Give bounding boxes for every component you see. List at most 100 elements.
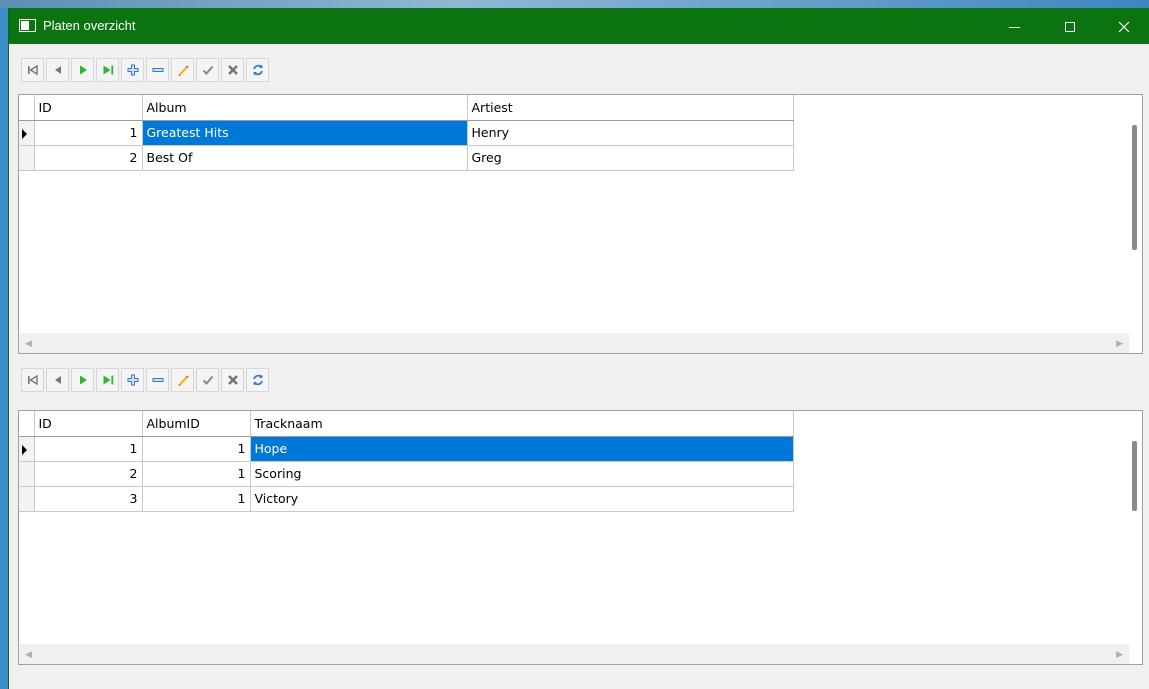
prior-record-icon: [55, 66, 61, 74]
column-header-albumid[interactable]: AlbumID: [142, 411, 251, 437]
table-header-row: ID Album Artiest: [19, 95, 794, 121]
last-record-button[interactable]: [96, 58, 119, 82]
cell-id[interactable]: 3: [34, 486, 143, 512]
cancel-record-button[interactable]: [221, 58, 244, 82]
cell-artiest[interactable]: Henry: [467, 120, 794, 146]
prior-record-button[interactable]: [46, 58, 69, 82]
cancel-record-icon: [228, 65, 238, 75]
maximize-icon: [1065, 22, 1075, 33]
cell-album[interactable]: Greatest Hits: [142, 120, 468, 146]
refresh-button[interactable]: [246, 58, 269, 82]
prior-record-button[interactable]: [46, 368, 69, 392]
table-row[interactable]: 1 Greatest Hits Henry: [19, 120, 794, 146]
refresh-button[interactable]: [246, 368, 269, 392]
cell-artiest[interactable]: Greg: [467, 145, 794, 171]
cell-albumid[interactable]: 1: [142, 436, 251, 462]
scroll-left-icon[interactable]: ◀: [25, 338, 32, 349]
last-record-button[interactable]: [96, 368, 119, 392]
refresh-icon: [253, 64, 263, 76]
cell-id[interactable]: 2: [34, 461, 143, 487]
insert-record-button[interactable]: [121, 58, 144, 82]
cell-id[interactable]: 2: [34, 145, 143, 171]
cell-id[interactable]: 1: [34, 120, 143, 146]
first-record-button[interactable]: [21, 368, 44, 392]
table-row[interactable]: 2 Best Of Greg: [19, 145, 794, 171]
post-record-icon: [202, 65, 214, 75]
insert-record-icon: [127, 374, 139, 386]
edit-record-icon: [178, 65, 189, 76]
row-indicator-header: [19, 95, 35, 121]
next-record-icon: [80, 375, 87, 385]
column-header-tracknaam[interactable]: Tracknaam: [250, 411, 794, 437]
first-record-icon: [28, 64, 38, 76]
cell-tracknaam[interactable]: Victory: [250, 486, 794, 512]
column-header-album[interactable]: Album: [142, 95, 468, 121]
minimize-button[interactable]: [987, 8, 1041, 44]
albums-table: ID Album Artiest 1 Greatest Hits Henry 2…: [19, 95, 794, 171]
scroll-right-icon[interactable]: ▶: [1116, 649, 1123, 660]
scroll-right-icon[interactable]: ▶: [1116, 338, 1123, 349]
insert-record-button[interactable]: [121, 368, 144, 392]
cell-album[interactable]: Best Of: [142, 145, 468, 171]
cell-albumid[interactable]: 1: [142, 461, 251, 487]
next-record-button[interactable]: [71, 368, 94, 392]
row-indicator[interactable]: [19, 145, 35, 171]
cell-id[interactable]: 1: [34, 436, 143, 462]
delete-record-icon: [152, 68, 164, 72]
current-row-icon: [22, 128, 27, 139]
delete-record-icon: [152, 378, 164, 382]
scrollbar-thumb[interactable]: [1132, 441, 1137, 511]
post-record-button[interactable]: [196, 58, 219, 82]
next-record-button[interactable]: [71, 58, 94, 82]
maximize-button[interactable]: [1043, 8, 1097, 44]
cell-tracknaam[interactable]: Scoring: [250, 461, 794, 487]
post-record-icon: [202, 375, 214, 385]
current-row-icon: [22, 444, 27, 455]
row-indicator[interactable]: [19, 120, 35, 146]
table-header-row: ID AlbumID Tracknaam: [19, 411, 794, 437]
title-bar[interactable]: Platen overzicht: [9, 8, 1149, 44]
tracks-table: ID AlbumID Tracknaam 1 1 Hope 2 1 Scorin…: [19, 411, 794, 512]
post-record-button[interactable]: [196, 368, 219, 392]
close-button[interactable]: [1097, 8, 1149, 44]
edit-record-icon: [178, 375, 189, 386]
cell-albumid[interactable]: 1: [142, 486, 251, 512]
cell-tracknaam[interactable]: Hope: [250, 436, 794, 462]
edit-record-button[interactable]: [171, 368, 194, 392]
close-icon: [1118, 21, 1130, 33]
scrollbar-thumb[interactable]: [1132, 125, 1137, 250]
albums-grid[interactable]: ID Album Artiest 1 Greatest Hits Henry 2…: [18, 94, 1143, 354]
cancel-record-button[interactable]: [221, 368, 244, 392]
row-indicator[interactable]: [19, 436, 35, 462]
vertical-scrollbar[interactable]: [1127, 95, 1142, 333]
window-title: Platen overzicht: [43, 18, 136, 33]
table-row[interactable]: 2 1 Scoring: [19, 461, 794, 487]
table-row[interactable]: 3 1 Victory: [19, 486, 794, 512]
horizontal-scrollbar[interactable]: ◀ ▶: [19, 644, 1129, 664]
next-record-icon: [80, 65, 87, 75]
column-header-id[interactable]: ID: [34, 411, 143, 437]
scroll-left-icon[interactable]: ◀: [25, 649, 32, 660]
cancel-record-icon: [228, 375, 238, 385]
edit-record-button[interactable]: [171, 58, 194, 82]
refresh-icon: [253, 374, 263, 386]
column-header-id[interactable]: ID: [34, 95, 143, 121]
app-icon: [19, 19, 36, 32]
row-indicator[interactable]: [19, 486, 35, 512]
row-indicator-header: [19, 411, 35, 437]
prior-record-icon: [55, 376, 61, 384]
first-record-icon: [28, 374, 38, 386]
delete-record-button[interactable]: [146, 58, 169, 82]
vertical-scrollbar[interactable]: [1127, 411, 1142, 644]
app-window: Platen overzicht ID Album Artiest 1 Grea…: [8, 8, 1149, 689]
row-indicator[interactable]: [19, 461, 35, 487]
tracks-grid[interactable]: ID AlbumID Tracknaam 1 1 Hope 2 1 Scorin…: [18, 410, 1143, 665]
last-record-icon: [103, 65, 114, 75]
insert-record-icon: [127, 64, 139, 76]
first-record-button[interactable]: [21, 58, 44, 82]
delete-record-button[interactable]: [146, 368, 169, 392]
minimize-icon: [1008, 26, 1020, 28]
table-row[interactable]: 1 1 Hope: [19, 436, 794, 462]
horizontal-scrollbar[interactable]: ◀ ▶: [19, 333, 1129, 353]
column-header-artiest[interactable]: Artiest: [467, 95, 794, 121]
